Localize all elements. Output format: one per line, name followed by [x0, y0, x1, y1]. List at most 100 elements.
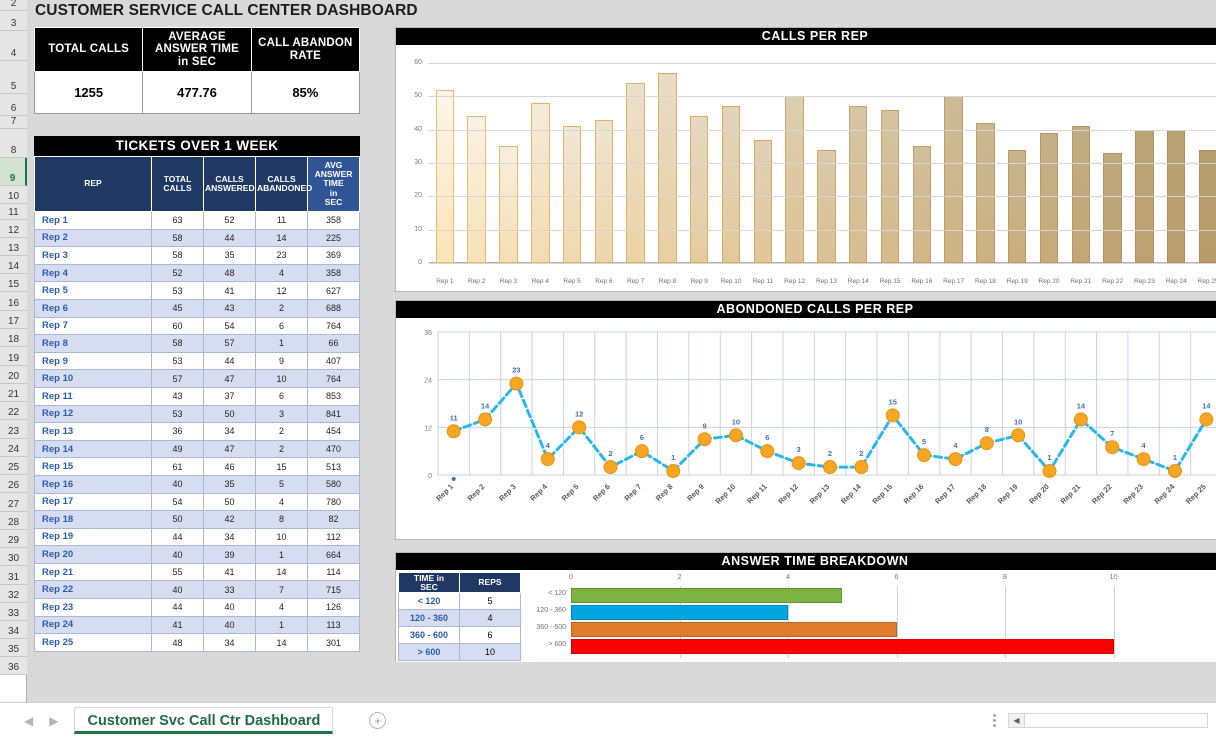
data-cell: 45: [151, 298, 204, 318]
triangle-left-icon[interactable]: ◀: [1009, 714, 1025, 727]
answer-time-bar: [571, 622, 897, 637]
row-header-15[interactable]: 15: [0, 274, 27, 292]
row-header-31[interactable]: 31: [0, 566, 27, 585]
row-header-2[interactable]: 2: [0, 0, 27, 11]
data-cell: 66: [307, 334, 360, 353]
row-header-7[interactable]: 7: [0, 116, 27, 129]
rep-name-cell: Rep 25: [34, 633, 152, 652]
row-header-13[interactable]: 13: [0, 238, 27, 256]
calls-x-tick: Rep 11: [752, 278, 774, 285]
sheet-tab-active[interactable]: Customer Svc Call Ctr Dashboard: [74, 707, 334, 734]
row-header-34[interactable]: 34: [0, 621, 27, 639]
abandoned-calls-x-tick: Rep 9: [685, 482, 706, 503]
data-cell: 780: [307, 492, 360, 512]
answer-time-x-tick: 0: [568, 572, 574, 581]
abandoned-calls-data-label: 14: [1202, 401, 1211, 410]
row-header-32[interactable]: 32: [0, 585, 27, 603]
abandoned-calls-marker: [603, 460, 618, 475]
chevron-right-icon[interactable]: ▶: [49, 714, 58, 728]
rep-name-cell: Rep 5: [34, 281, 152, 300]
data-cell: 52: [151, 263, 204, 283]
tab-split-handle[interactable]: [993, 714, 996, 727]
sheet-nav-arrows: ◀ ▶: [24, 714, 58, 728]
data-cell: 40: [151, 580, 204, 600]
data-cell: 43: [203, 298, 256, 318]
answer-time-breakdown-chart[interactable]: ANSWER TIME BREAKDOWN TIME in SEC REPS < 1…: [395, 552, 1216, 662]
worksheet-canvas[interactable]: CUSTOMER SERVICE CALL CENTER DASHBOARD T…: [27, 0, 1216, 702]
table-row: Rep 17 54 50 4 780: [34, 492, 360, 512]
rep-name-cell: Rep 21: [34, 562, 152, 582]
calls-bar: [1198, 149, 1216, 263]
data-cell: 37: [203, 386, 256, 406]
data-cell: 60: [151, 316, 204, 336]
row-header-20[interactable]: 20: [0, 366, 27, 384]
abandoned-calls-marker: [634, 444, 649, 459]
calls-bar: [658, 73, 677, 263]
data-cell: 15: [255, 457, 308, 476]
data-cell: 627: [307, 281, 360, 300]
kpi-header-0: TOTAL CALLS: [33, 27, 144, 72]
data-cell: 715: [307, 580, 360, 600]
row-header-4[interactable]: 4: [0, 31, 27, 61]
row-header-30[interactable]: 30: [0, 548, 27, 566]
horizontal-scrollbar[interactable]: ◀: [1008, 713, 1208, 728]
answer-time-count-cell: 10: [459, 643, 521, 661]
calls-x-tick: Rep 3: [499, 278, 518, 285]
row-header-19[interactable]: 19: [0, 347, 27, 366]
row-header-17[interactable]: 17: [0, 311, 27, 329]
data-cell: 35: [203, 474, 256, 494]
row-header-16[interactable]: 16: [0, 292, 27, 311]
calls-x-tick: Rep 25: [1197, 278, 1216, 285]
row-header-5[interactable]: 5: [0, 61, 27, 94]
abandoned-calls-chart[interactable]: ABONDONED CALLS PER REP 0 12 24 36 11 Rep 1 14…: [395, 300, 1216, 540]
horizontal-scrollbar-track[interactable]: [1025, 714, 1207, 727]
answer-time-y-tick: > 600: [548, 641, 566, 648]
abandoned-calls-x-tick: Rep 14: [839, 481, 863, 505]
row-header-10[interactable]: 10: [0, 186, 27, 204]
row-header-18[interactable]: 18: [0, 329, 27, 347]
row-header-9[interactable]: 9: [0, 158, 27, 186]
abandoned-calls-marker: [446, 424, 461, 439]
data-cell: 10: [255, 369, 308, 388]
answer-time-range-cell: 360 - 600: [398, 626, 460, 644]
row-header-26[interactable]: 26: [0, 475, 27, 493]
row-header-8[interactable]: 8: [0, 129, 27, 158]
data-cell: 8: [255, 510, 308, 529]
data-cell: 48: [203, 263, 256, 283]
data-cell: 3: [255, 404, 308, 424]
row-header-28[interactable]: 28: [0, 512, 27, 530]
row-header-3[interactable]: 3: [0, 11, 27, 31]
abandoned-calls-svg: 012243611Rep 114Rep 223Rep 34Rep 412Rep …: [424, 330, 1216, 506]
data-cell: 513: [307, 457, 360, 476]
data-cell: 1: [255, 334, 308, 353]
row-header-23[interactable]: 23: [0, 420, 27, 439]
row-header-33[interactable]: 33: [0, 603, 27, 621]
calls-per-rep-chart[interactable]: CALLS PER REP Rep 1 Rep 2 Rep 3 Rep 4 Rep 5R…: [395, 27, 1216, 292]
answer-time-x-tick: 4: [785, 572, 791, 581]
abandoned-calls-marker: [854, 460, 869, 475]
row-header-29[interactable]: 29: [0, 530, 27, 548]
row-header-22[interactable]: 22: [0, 402, 27, 420]
row-header-35[interactable]: 35: [0, 639, 27, 657]
row-header-21[interactable]: 21: [0, 384, 27, 402]
answer-time-range-cell: < 120: [398, 592, 460, 610]
row-header-12[interactable]: 12: [0, 220, 27, 238]
row-header-36[interactable]: 36: [0, 657, 27, 675]
calls-bar: [467, 116, 486, 263]
chevron-left-icon[interactable]: ◀: [24, 714, 33, 728]
row-header-14[interactable]: 14: [0, 256, 27, 274]
table-row: Rep 9 53 44 9 407: [34, 351, 360, 371]
row-header-6[interactable]: 6: [0, 94, 27, 116]
abandoned-calls-x-tick: Rep 19: [996, 482, 1020, 506]
row-header-25[interactable]: 25: [0, 457, 27, 475]
calls-y-tick: 10: [414, 225, 422, 233]
plus-circle-icon[interactable]: +: [369, 712, 387, 729]
row-header-27[interactable]: 27: [0, 493, 27, 512]
tickets-col-header-3: CALLS ABANDONED: [255, 156, 312, 212]
table-row: Rep 13 36 34 2 454: [34, 422, 360, 441]
row-header-24[interactable]: 24: [0, 439, 27, 457]
row-header-11[interactable]: 11: [0, 204, 27, 220]
data-cell: 407: [307, 351, 360, 371]
calls-x-tick: Rep 13: [815, 278, 837, 285]
answer-time-bar-row: < 120: [523, 587, 1216, 604]
